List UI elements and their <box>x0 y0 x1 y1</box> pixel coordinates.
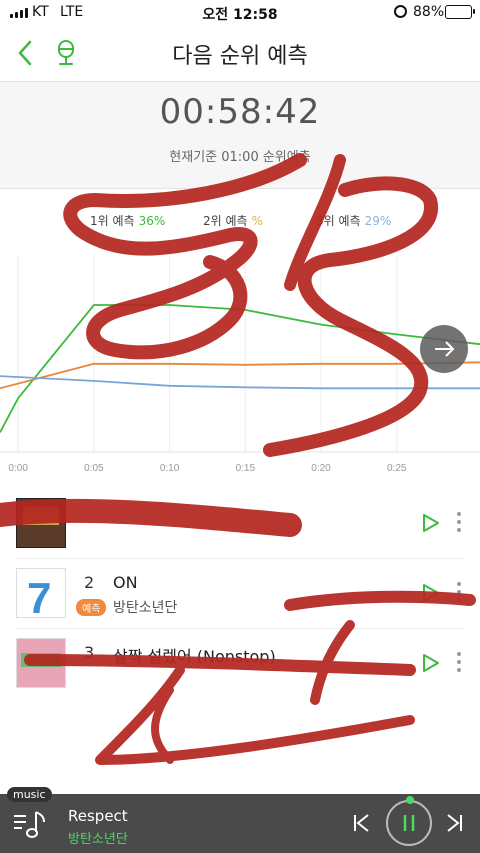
battery-icon <box>445 5 475 19</box>
play-icon[interactable] <box>422 513 440 533</box>
arrow-right-icon <box>435 341 455 357</box>
album-thumbnail <box>16 638 66 688</box>
next-track-icon[interactable] <box>444 812 464 834</box>
series-line-2 <box>0 361 480 390</box>
prediction-chart-svg: 0:00 0:05 0:10 0:15 0:20 0:25 <box>0 256 480 474</box>
countdown-timer: 00:58:42 <box>159 92 321 132</box>
pause-icon <box>403 815 415 831</box>
progress-dot <box>406 796 414 804</box>
mini-player[interactable]: music Respect 방탄소년단 <box>0 787 480 853</box>
song-row-1[interactable] <box>0 490 480 560</box>
legend-item-3: 3위 예측 29% <box>316 212 391 229</box>
music-tag: music <box>7 787 52 802</box>
more-icon[interactable] <box>456 652 462 674</box>
song-row-2[interactable]: 7 2 ON 예측 방탄소년단 <box>0 560 480 630</box>
previous-track-icon[interactable] <box>352 812 372 834</box>
prediction-basis: 현재기준 01:00 순위예측 <box>169 150 311 165</box>
x-tick-label: 0:00 <box>8 463 28 474</box>
svg-text:7: 7 <box>27 574 51 618</box>
album-thumbnail: 7 <box>16 568 66 618</box>
song-rank: 3 <box>84 643 95 662</box>
x-tick-label: 0:25 <box>387 463 407 474</box>
prediction-badge: 예측 <box>76 599 107 616</box>
legend-pct: 36% <box>138 214 166 228</box>
x-tick-label: 0:15 <box>236 463 256 474</box>
nav-bar: 다음 순위 예측 <box>0 26 480 80</box>
now-playing-artist: 방탄소년단 <box>68 832 128 847</box>
x-tick-label: 0:20 <box>311 463 331 474</box>
song-title: ON <box>113 573 138 592</box>
legend-label: 3위 예측 <box>316 214 361 228</box>
pause-button[interactable] <box>386 796 432 846</box>
x-tick-label: 0:05 <box>84 463 104 474</box>
legend-pct: % <box>251 214 263 228</box>
more-icon[interactable] <box>456 582 462 604</box>
status-bar: KT LTE 오전 12:58 88% <box>0 0 480 26</box>
legend-pct: 29% <box>364 214 392 228</box>
status-clock: 오전 12:58 <box>202 7 278 23</box>
now-playing-title: Respect <box>68 807 128 825</box>
chart-next-button[interactable] <box>420 325 468 373</box>
x-tick-label: 0:10 <box>160 463 180 474</box>
battery-percent: 88% <box>413 4 445 20</box>
legend-item-2: 2위 예측% <box>203 212 263 229</box>
song-rank: 2 <box>84 573 95 592</box>
legend-item-1: 1위 예측 36% <box>90 212 165 229</box>
play-icon[interactable] <box>422 653 440 673</box>
row-divider <box>16 558 464 559</box>
rotation-lock-icon <box>394 5 407 18</box>
playlist-icon[interactable] <box>12 806 48 842</box>
more-icon[interactable] <box>456 512 462 534</box>
legend-label: 2위 예측 <box>203 214 248 228</box>
song-artist: 방탄소년단 <box>113 600 178 616</box>
countdown-panel: 00:58:42 현재기준 01:00 순위예측 <box>0 81 480 189</box>
row-divider <box>16 628 464 629</box>
legend-label: 1위 예측 <box>90 214 135 228</box>
song-row-3[interactable]: 3 살짝 설렜어 (Nonstop) <box>0 630 480 700</box>
play-icon[interactable] <box>422 583 440 603</box>
song-title: 살짝 설렜어 (Nonstop) <box>113 647 276 666</box>
page-title: 다음 순위 예측 <box>172 44 308 69</box>
album-thumbnail <box>16 498 66 548</box>
series-line-3 <box>0 375 480 390</box>
prediction-chart: 0:00 0:05 0:10 0:15 0:20 0:25 1위 예측 36% 2위 예측%… <box>0 190 480 480</box>
